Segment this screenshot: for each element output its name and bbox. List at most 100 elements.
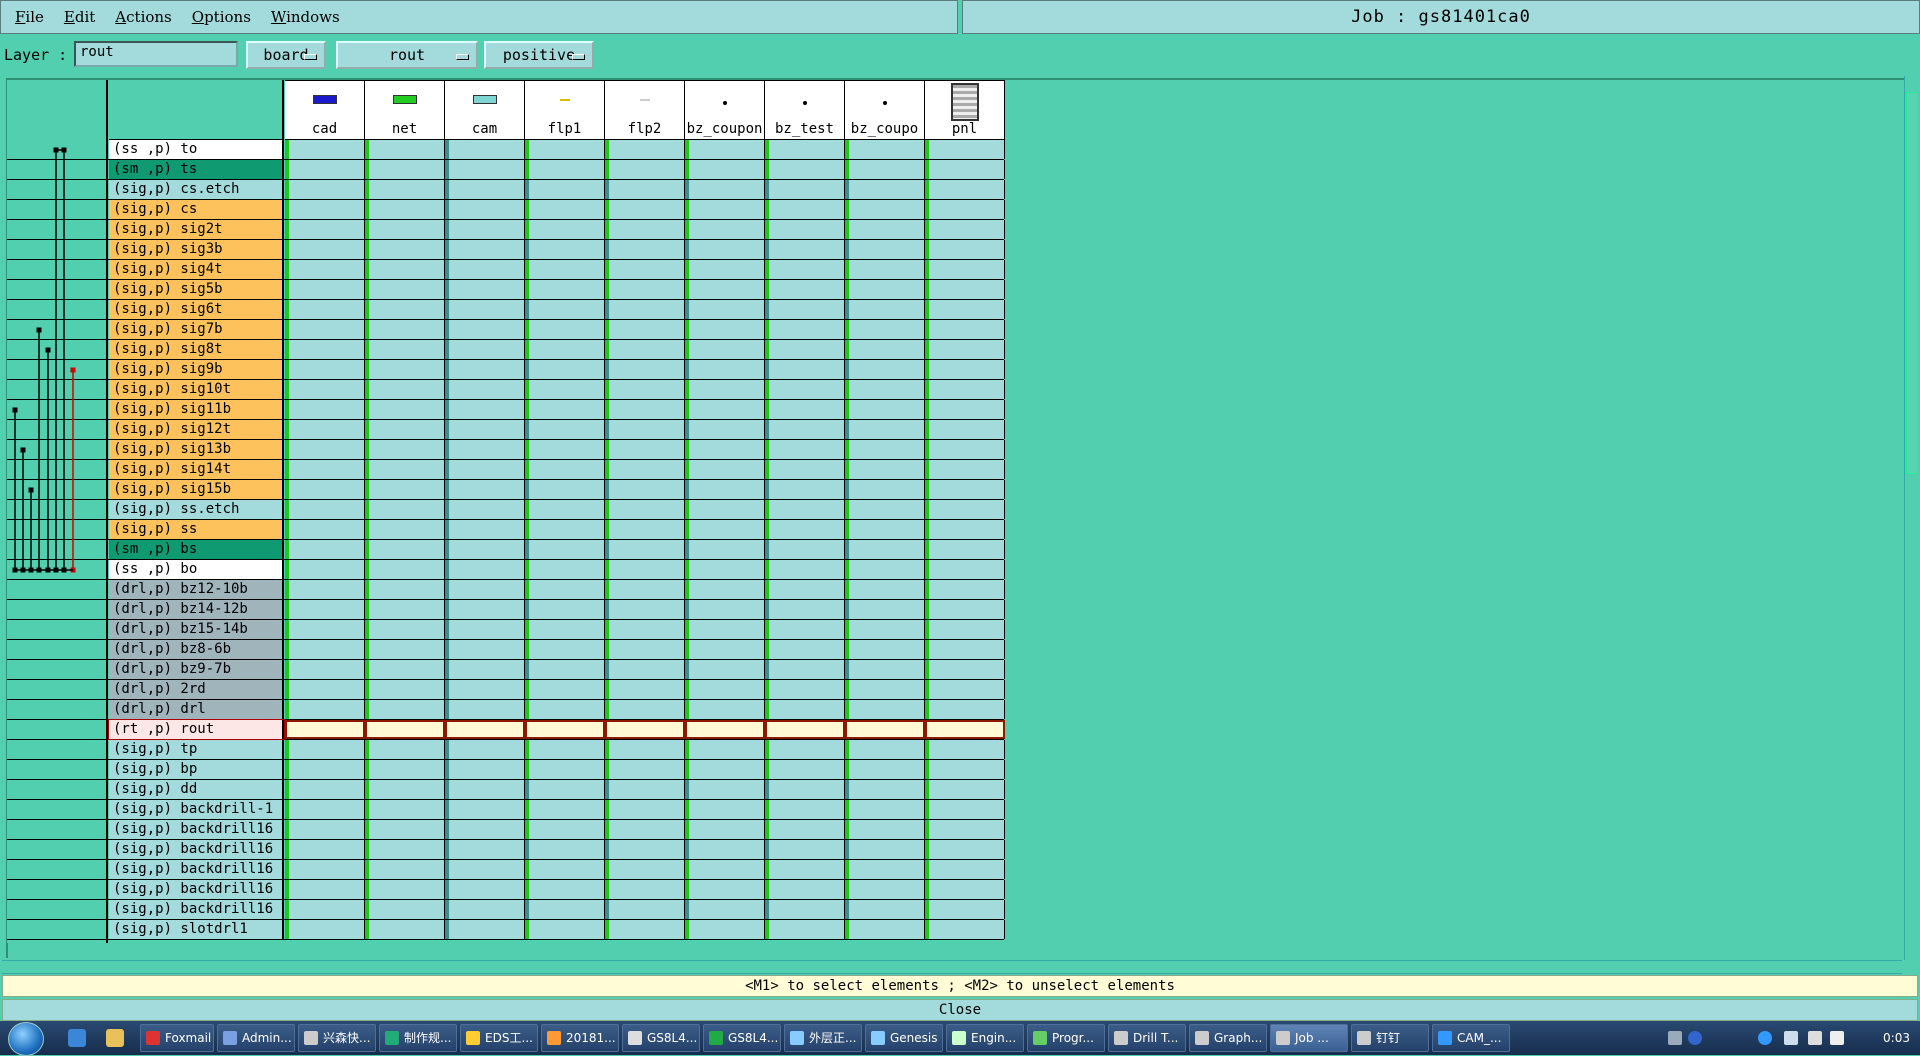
matrix-cell[interactable] (365, 660, 445, 679)
taskbar-item[interactable]: Progr... (1027, 1024, 1105, 1052)
display-icon[interactable] (1784, 1031, 1798, 1045)
matrix-cell[interactable] (925, 920, 1005, 939)
matrix-cell[interactable] (365, 640, 445, 659)
matrix-cell[interactable] (445, 160, 525, 179)
matrix-cell[interactable] (525, 740, 605, 759)
matrix-cell[interactable] (685, 360, 765, 379)
matrix-cell[interactable] (765, 220, 845, 239)
taskbar-item[interactable]: GS8L4... (703, 1024, 781, 1052)
matrix-cell[interactable] (445, 460, 525, 479)
matrix-cell[interactable] (925, 400, 1005, 419)
matrix-cell[interactable] (285, 440, 365, 459)
matrix-cell[interactable] (765, 440, 845, 459)
matrix-cell[interactable] (365, 620, 445, 639)
layer-name[interactable]: (sig,p) sig2t (109, 220, 284, 239)
matrix-cell[interactable] (925, 680, 1005, 699)
menu-edit[interactable]: Edit (64, 8, 95, 26)
help-icon[interactable] (1688, 1031, 1702, 1045)
matrix-cell[interactable] (685, 200, 765, 219)
matrix-cell[interactable] (605, 460, 685, 479)
matrix-cell[interactable] (445, 900, 525, 919)
layer-name[interactable]: (sig,p) sig13b (109, 440, 284, 459)
matrix-cell[interactable] (685, 780, 765, 799)
menu-actions[interactable]: Actions (115, 8, 171, 26)
matrix-cell[interactable] (365, 580, 445, 599)
matrix-cell[interactable] (685, 440, 765, 459)
matrix-cell[interactable] (285, 780, 365, 799)
matrix-cell[interactable] (845, 200, 925, 219)
matrix-cell[interactable] (285, 160, 365, 179)
matrix-cell[interactable] (765, 240, 845, 259)
matrix-cell[interactable] (365, 180, 445, 199)
matrix-cell[interactable] (925, 280, 1005, 299)
matrix-cell[interactable] (605, 520, 685, 539)
matrix-cell[interactable] (845, 700, 925, 719)
matrix-cell[interactable] (285, 500, 365, 519)
folder-icon[interactable] (106, 1029, 124, 1047)
matrix-cell[interactable] (685, 600, 765, 619)
matrix-cell[interactable] (685, 740, 765, 759)
matrix-cell[interactable] (845, 860, 925, 879)
matrix-cell[interactable] (765, 340, 845, 359)
matrix-cell[interactable] (445, 820, 525, 839)
matrix-cell[interactable] (285, 400, 365, 419)
matrix-cell[interactable] (285, 360, 365, 379)
matrix-cell[interactable] (525, 420, 605, 439)
matrix-cell[interactable] (285, 840, 365, 859)
matrix-cell[interactable] (765, 200, 845, 219)
matrix-cell[interactable] (925, 840, 1005, 859)
layer-name[interactable]: (sig,p) sig15b (109, 480, 284, 499)
matrix-cell[interactable] (845, 360, 925, 379)
matrix-cell[interactable] (765, 140, 845, 159)
matrix-cell[interactable] (445, 660, 525, 679)
matrix-cell[interactable] (525, 620, 605, 639)
matrix-cell[interactable] (685, 560, 765, 579)
matrix-cell[interactable] (605, 740, 685, 759)
matrix-cell[interactable] (765, 820, 845, 839)
matrix-cell[interactable] (845, 260, 925, 279)
matrix-cell[interactable] (605, 260, 685, 279)
matrix-cell[interactable] (285, 280, 365, 299)
matrix-cell[interactable] (925, 460, 1005, 479)
matrix-cell[interactable] (525, 240, 605, 259)
matrix-cell[interactable] (445, 520, 525, 539)
matrix-cell[interactable] (445, 720, 525, 739)
matrix-cell[interactable] (685, 900, 765, 919)
matrix-cell[interactable] (605, 300, 685, 319)
step-header-3[interactable]: flp1 (525, 80, 605, 140)
matrix-cell[interactable] (525, 920, 605, 939)
horizontal-scrollbar[interactable] (2, 960, 1902, 974)
step-header-6[interactable]: bz_test (765, 80, 845, 140)
step-header-2[interactable]: cam (445, 80, 525, 140)
layer-name[interactable]: (sig,p) sig3b (109, 240, 284, 259)
matrix-cell[interactable] (525, 160, 605, 179)
matrix-cell[interactable] (525, 760, 605, 779)
matrix-cell[interactable] (445, 260, 525, 279)
matrix-cell[interactable] (445, 380, 525, 399)
matrix-cell[interactable] (365, 560, 445, 579)
matrix-cell[interactable] (445, 500, 525, 519)
matrix-cell[interactable] (685, 320, 765, 339)
matrix-cell[interactable] (765, 800, 845, 819)
matrix-cell[interactable] (365, 920, 445, 939)
matrix-cell[interactable] (445, 580, 525, 599)
matrix-cell[interactable] (445, 760, 525, 779)
matrix-cell[interactable] (365, 200, 445, 219)
matrix-cell[interactable] (365, 420, 445, 439)
matrix-cell[interactable] (525, 280, 605, 299)
layer-name[interactable]: (sig,p) sig10t (109, 380, 284, 399)
matrix-cell[interactable] (925, 520, 1005, 539)
matrix-cell[interactable] (365, 460, 445, 479)
matrix-cell[interactable] (445, 600, 525, 619)
matrix-cell[interactable] (845, 460, 925, 479)
matrix-cell[interactable] (285, 740, 365, 759)
matrix-cell[interactable] (685, 140, 765, 159)
step-header-8[interactable]: pnl (925, 80, 1005, 140)
matrix-cell[interactable] (605, 140, 685, 159)
matrix-cell[interactable] (445, 740, 525, 759)
matrix-cell[interactable] (845, 240, 925, 259)
matrix-cell[interactable] (605, 840, 685, 859)
matrix-cell[interactable] (685, 240, 765, 259)
matrix-cell[interactable] (525, 200, 605, 219)
matrix-cell[interactable] (285, 340, 365, 359)
